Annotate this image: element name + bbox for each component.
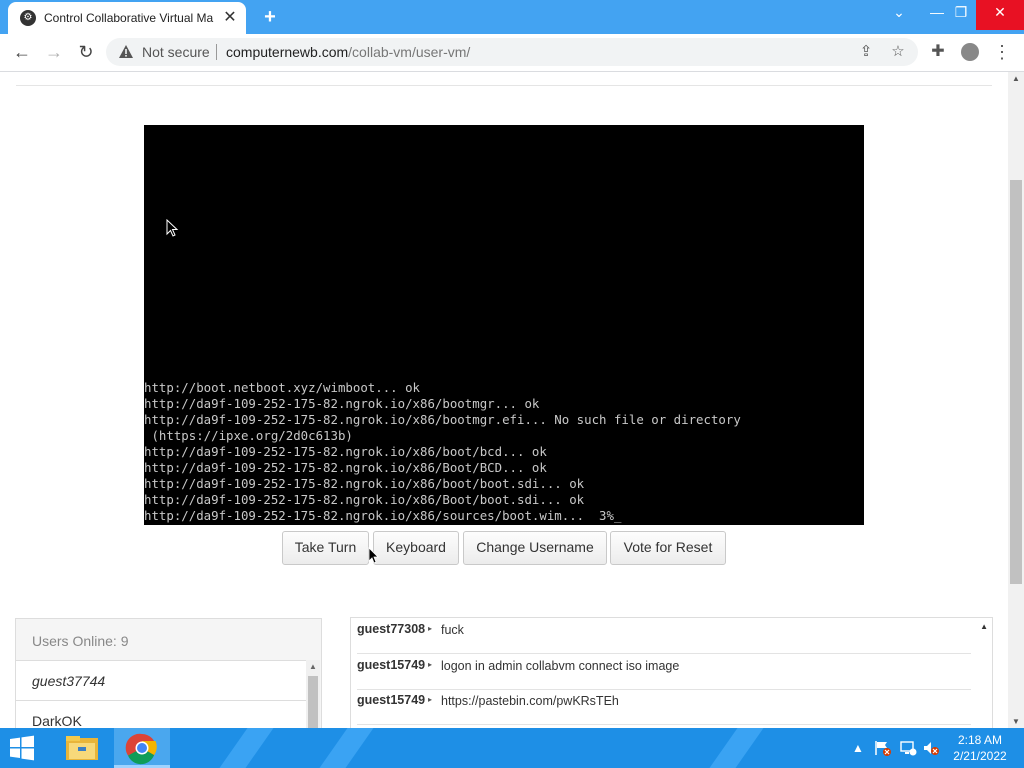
clock-time: 2:18 AM xyxy=(957,733,1003,747)
chat-text: logon in admin collabvm connect iso imag… xyxy=(441,659,680,673)
url-path: /collab-vm/user-vm/ xyxy=(348,44,471,60)
network-icon[interactable] xyxy=(899,740,917,756)
vm-console-line: http://da9f-109-252-175-82.ngrok.io/x86/… xyxy=(144,444,547,459)
url-host: computernewb.com xyxy=(226,44,349,60)
browser-menu-kebab-icon[interactable]: ⋮ xyxy=(990,38,1014,66)
take-turn-button[interactable]: Take Turn xyxy=(282,531,369,565)
new-tab-plus-icon[interactable]: + xyxy=(258,5,282,29)
change-username-button[interactable]: Change Username xyxy=(463,531,607,565)
chat-arrow-icon: ▸ xyxy=(428,624,433,633)
vm-console-line: (https://ipxe.org/2d0c613b) xyxy=(144,428,353,443)
file-explorer-taskbar-button[interactable] xyxy=(56,728,112,768)
vm-console-line: http://da9f-109-252-175-82.ngrok.io/x86/… xyxy=(144,492,585,507)
chat-arrow-icon: ▸ xyxy=(428,695,433,704)
reload-icon[interactable]: ↻ xyxy=(72,38,100,66)
user-item[interactable]: guest37744 xyxy=(16,661,306,701)
chat-message: guest77308 ▸ fuck xyxy=(357,618,971,654)
vm-console-output: http://boot.netboot.xyz/wimboot... ok htt… xyxy=(144,380,864,524)
windows-start-icon[interactable] xyxy=(6,734,38,762)
page-scrollbar[interactable]: ▲ ▼ xyxy=(1008,72,1024,728)
extensions-puzzle-icon[interactable]: ✚ xyxy=(926,38,950,66)
vm-console-line: http://da9f-109-252-175-82.ngrok.io/x86/… xyxy=(144,396,540,411)
folder-icon xyxy=(66,736,98,760)
warning-triangle-icon[interactable] xyxy=(118,44,134,60)
vm-console-line: http://da9f-109-252-175-82.ngrok.io/x86/… xyxy=(144,476,585,491)
taskbar-decoration xyxy=(205,728,281,768)
users-online-count: Users Online: 9 xyxy=(32,633,129,649)
keyboard-button[interactable]: Keyboard xyxy=(373,531,459,565)
chrome-taskbar-button[interactable] xyxy=(114,728,170,768)
chat-username: guest77308 xyxy=(357,622,426,636)
tab-close-icon[interactable]: ✕ xyxy=(220,8,240,28)
users-scrollbar[interactable]: ▲ xyxy=(306,660,320,728)
vm-console-line: http://boot.netboot.xyz/wimboot... ok xyxy=(144,380,421,395)
clock-date: 2/21/2022 xyxy=(953,749,1007,763)
scroll-up-arrow-icon[interactable]: ▲ xyxy=(309,662,317,671)
vm-console-line: http://da9f-109-252-175-82.ngrok.io/x86/… xyxy=(144,460,547,475)
browser-tab-bar: ⚙ Control Collaborative Virtual Ma ✕ + ⌄… xyxy=(0,0,1024,34)
tab-search-chevron-icon[interactable]: ⌄ xyxy=(882,0,916,30)
page-scroll-thumb[interactable] xyxy=(1010,180,1022,584)
chat-scroll-up-arrow-icon[interactable]: ▲ xyxy=(980,622,988,631)
chrome-icon xyxy=(125,733,157,765)
tray-overflow-chevron-icon[interactable]: ▲ xyxy=(852,740,864,756)
windows-taskbar: ▲ 2:18 AM 2/21/2022 xyxy=(0,728,1024,768)
address-separator xyxy=(216,44,217,60)
taskbar-clock[interactable]: 2:18 AM 2/21/2022 xyxy=(950,732,1010,764)
taskbar-decoration xyxy=(305,728,381,768)
page-viewport: http://boot.netboot.xyz/wimboot... ok htt… xyxy=(0,72,1008,728)
window-restore-icon[interactable]: ❐ xyxy=(944,0,978,30)
page-scroll-down-arrow-icon[interactable]: ▼ xyxy=(1012,717,1020,726)
chat-username: guest15749 xyxy=(357,693,426,707)
chat-text: fuck xyxy=(441,623,464,637)
user-item[interactable]: DarkOK xyxy=(16,701,306,728)
security-status-label[interactable]: Not secure xyxy=(142,44,210,60)
users-list[interactable]: guest37744 DarkOK xyxy=(16,660,306,728)
browser-toolbar: ← → ↻ Not secure computernewb.com/collab… xyxy=(0,34,1024,72)
chat-username: guest15749 xyxy=(357,658,426,672)
chat-message: guest15749 ▸ https://pastebin.com/pwKRsT… xyxy=(357,689,971,725)
chat-text[interactable]: https://pastebin.com/pwKRsTEh xyxy=(441,694,619,708)
bookmark-star-icon[interactable]: ☆ xyxy=(888,42,908,62)
url-text[interactable]: computernewb.com/collab-vm/user-vm/ xyxy=(226,44,470,60)
page-scroll-up-arrow-icon[interactable]: ▲ xyxy=(1012,74,1020,83)
volume-muted-icon[interactable] xyxy=(922,740,940,756)
top-divider xyxy=(16,85,992,86)
back-arrow-icon[interactable]: ← xyxy=(8,38,36,66)
action-center-flag-icon[interactable] xyxy=(874,740,892,756)
users-scroll-thumb[interactable] xyxy=(308,676,318,728)
address-bar[interactable]: Not secure computernewb.com/collab-vm/us… xyxy=(106,38,918,66)
taskbar-decoration xyxy=(695,728,771,768)
share-icon[interactable]: ⇪ xyxy=(856,42,876,62)
browser-tab[interactable]: ⚙ Control Collaborative Virtual Ma ✕ xyxy=(8,2,246,34)
vm-mouse-cursor-icon xyxy=(166,219,179,237)
window-close-icon[interactable]: ✕ xyxy=(976,0,1024,30)
collabvm-favicon-icon: ⚙ xyxy=(20,10,36,26)
profile-avatar-icon[interactable] xyxy=(958,38,982,66)
vote-reset-button[interactable]: Vote for Reset xyxy=(610,531,726,565)
tab-title: Control Collaborative Virtual Ma xyxy=(44,11,214,25)
forward-arrow-icon[interactable]: → xyxy=(40,38,68,66)
mouse-pointer-icon xyxy=(368,547,379,564)
users-online-panel: Users Online: 9 guest37744 DarkOK ▲ xyxy=(15,618,322,728)
chat-panel[interactable]: guest77308 ▸ fuck guest15749 ▸ logon in … xyxy=(350,617,993,728)
vm-display[interactable]: http://boot.netboot.xyz/wimboot... ok htt… xyxy=(144,125,864,525)
vm-console-line: http://da9f-109-252-175-82.ngrok.io/x86/… xyxy=(144,412,741,427)
chat-message: guest15749 ▸ logon in admin collabvm con… xyxy=(357,654,971,690)
chat-arrow-icon: ▸ xyxy=(428,660,433,669)
vm-console-line: http://da9f-109-252-175-82.ngrok.io/x86/… xyxy=(144,508,622,523)
